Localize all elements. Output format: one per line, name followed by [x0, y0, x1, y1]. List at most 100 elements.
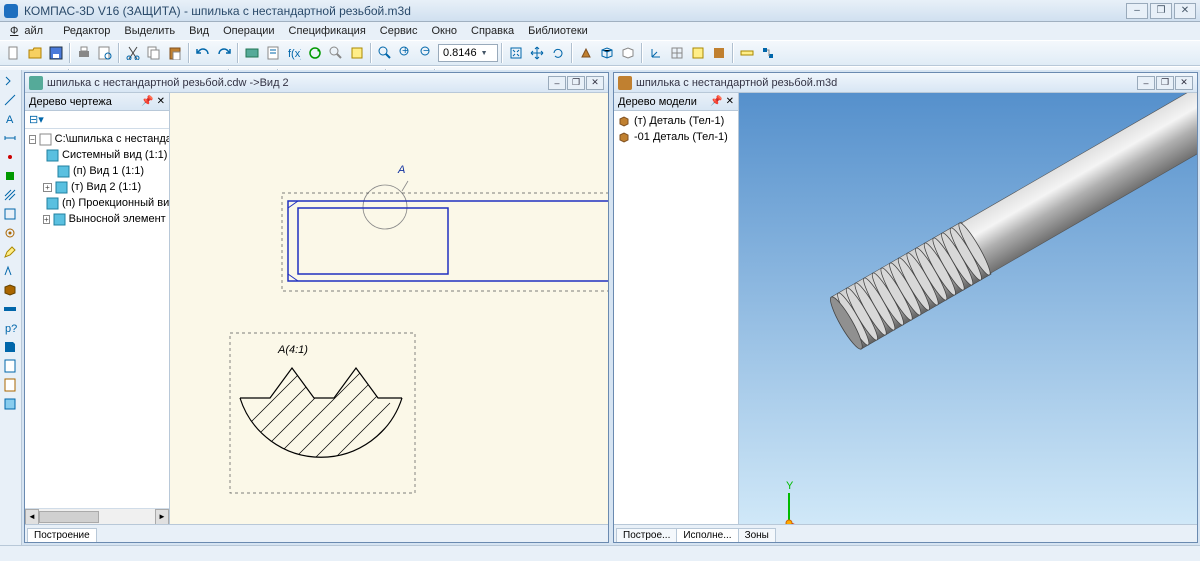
properties-icon[interactable] [347, 43, 367, 63]
zoom-window-icon[interactable] [375, 43, 395, 63]
menubar: Файл Редактор Выделить Вид Операции Спец… [0, 22, 1200, 40]
palette-dimension-icon[interactable] [1, 129, 19, 147]
print-preview-icon[interactable] [95, 43, 115, 63]
doc-titlebar-drawing[interactable]: шпилька с нестандартной резьбой.cdw ->Ви… [25, 73, 608, 93]
tree-item[interactable]: (п) Вид 1 (1:1) [25, 163, 169, 179]
shading-icon[interactable] [576, 43, 596, 63]
cut-icon[interactable] [123, 43, 143, 63]
refresh-icon[interactable] [305, 43, 325, 63]
redo-icon[interactable] [214, 43, 234, 63]
tab-exec[interactable]: Исполне... [676, 528, 738, 542]
palette-text-icon[interactable]: A [1, 110, 19, 128]
pan-icon[interactable] [527, 43, 547, 63]
zoom-fit-icon[interactable] [506, 43, 526, 63]
tree-item[interactable]: -01 Деталь (Тел-1) [614, 129, 738, 145]
palette-box2-icon[interactable] [1, 281, 19, 299]
doc-title-model: шпилька с нестандартной резьбой.m3d [636, 77, 837, 89]
doc-max-button[interactable]: ❐ [1156, 76, 1174, 90]
zoom-value-input[interactable]: 0.8146 [438, 44, 498, 62]
doc-title-drawing: шпилька с нестандартной резьбой.cdw ->Ви… [47, 77, 289, 89]
library-manager-icon[interactable] [242, 43, 262, 63]
doc-min-button[interactable]: – [1137, 76, 1155, 90]
measure-icon[interactable] [737, 43, 757, 63]
search-icon[interactable] [326, 43, 346, 63]
orientation-triad-icon: Y X Z [757, 480, 827, 524]
tab-build[interactable]: Построение [27, 528, 97, 542]
drawing-tree-title: Дерево чертежа [29, 96, 112, 108]
palette-point-icon[interactable] [1, 148, 19, 166]
tree-item[interactable]: Системный вид (1:1) [25, 147, 169, 163]
model-tree-content[interactable]: (т) Деталь (Тел-1) -01 Деталь (Тел-1) [614, 111, 738, 524]
undo-icon[interactable] [193, 43, 213, 63]
tree-mode-icon[interactable]: ⊟▾ [29, 113, 44, 126]
menu-libraries[interactable]: Библиотеки [522, 24, 594, 38]
menu-window[interactable]: Окно [425, 24, 463, 38]
axes-icon[interactable] [646, 43, 666, 63]
model-canvas[interactable]: Y X Z [739, 93, 1197, 524]
doc-close-button[interactable]: ✕ [586, 76, 604, 90]
palette-edit-icon[interactable] [1, 243, 19, 261]
spec-icon[interactable] [263, 43, 283, 63]
wireframe-icon[interactable] [597, 43, 617, 63]
print-icon[interactable] [74, 43, 94, 63]
menu-spec[interactable]: Спецификация [283, 24, 372, 38]
save-icon[interactable] [46, 43, 66, 63]
palette-param-icon[interactable]: p? [1, 319, 19, 337]
grid-icon[interactable] [667, 43, 687, 63]
palette-roughness-icon[interactable] [1, 262, 19, 280]
copy-icon[interactable] [144, 43, 164, 63]
pin-icon[interactable]: 📌 ✕ [710, 96, 734, 107]
menu-file[interactable]: Файл [4, 24, 55, 38]
tree-root-node[interactable]: − С:\шпилька с нестандартно [25, 131, 169, 147]
palette-line-icon[interactable] [1, 91, 19, 109]
doc-max-button[interactable]: ❐ [567, 76, 585, 90]
palette-bom-icon[interactable] [1, 395, 19, 413]
palette-spec-icon[interactable] [1, 357, 19, 375]
model-tree-header[interactable]: Дерево модели 📌 ✕ [614, 93, 738, 111]
hidden-lines-icon[interactable] [618, 43, 638, 63]
structure-icon[interactable] [758, 43, 778, 63]
minimize-button[interactable]: – [1126, 3, 1148, 19]
palette-report-icon[interactable] [1, 376, 19, 394]
paste-icon[interactable] [165, 43, 185, 63]
texture-icon[interactable] [709, 43, 729, 63]
palette-measure-icon[interactable] [1, 300, 19, 318]
doc-close-button[interactable]: ✕ [1175, 76, 1193, 90]
menu-service[interactable]: Сервис [374, 24, 424, 38]
doc-titlebar-model[interactable]: шпилька с нестандартной резьбой.m3d – ❐ … [614, 73, 1197, 93]
palette-gear-icon[interactable] [1, 224, 19, 242]
zoom-in-icon[interactable]: + [396, 43, 416, 63]
palette-arrow-icon[interactable] [1, 72, 19, 90]
menu-help[interactable]: Справка [465, 24, 520, 38]
close-button[interactable]: ✕ [1174, 3, 1196, 19]
menu-operations[interactable]: Операции [217, 24, 280, 38]
tree-item[interactable]: + Выносной элемент 5 (4: [25, 211, 169, 227]
tree-item[interactable]: (п) Проекционный вид 4 [25, 195, 169, 211]
section-icon[interactable] [688, 43, 708, 63]
open-icon[interactable] [25, 43, 45, 63]
menu-select[interactable]: Выделить [118, 24, 181, 38]
statusbar [0, 545, 1200, 561]
rotate-icon[interactable] [548, 43, 568, 63]
palette-hatch-icon[interactable] [1, 186, 19, 204]
drawing-tree-content[interactable]: − С:\шпилька с нестандартно Системный ви… [25, 129, 169, 508]
doc-min-button[interactable]: – [548, 76, 566, 90]
menu-editor[interactable]: Редактор [57, 24, 116, 38]
new-doc-icon[interactable] [4, 43, 24, 63]
menu-view[interactable]: Вид [183, 24, 215, 38]
palette-box-icon[interactable] [1, 205, 19, 223]
maximize-button[interactable]: ❐ [1150, 3, 1172, 19]
drawing-tree-header[interactable]: Дерево чертежа 📌 ✕ [25, 93, 169, 111]
app-title: КОМПАС-3D V16 (ЗАЩИТА) - шпилька с неста… [24, 4, 411, 18]
drawing-canvas[interactable]: A A(4:1) [170, 93, 608, 524]
tree-item[interactable]: (т) Деталь (Тел-1) [614, 113, 738, 129]
pin-icon[interactable]: 📌 ✕ [141, 96, 165, 107]
palette-constraint-icon[interactable] [1, 167, 19, 185]
tab-zones[interactable]: Зоны [738, 528, 776, 542]
palette-label-icon[interactable] [1, 338, 19, 356]
tree-hscroll[interactable]: ◄► [25, 508, 169, 524]
variables-icon[interactable]: f(x) [284, 43, 304, 63]
zoom-out-icon[interactable]: − [417, 43, 437, 63]
tab-build-model[interactable]: Построе... [616, 528, 677, 542]
tree-item[interactable]: + (т) Вид 2 (1:1) [25, 179, 169, 195]
